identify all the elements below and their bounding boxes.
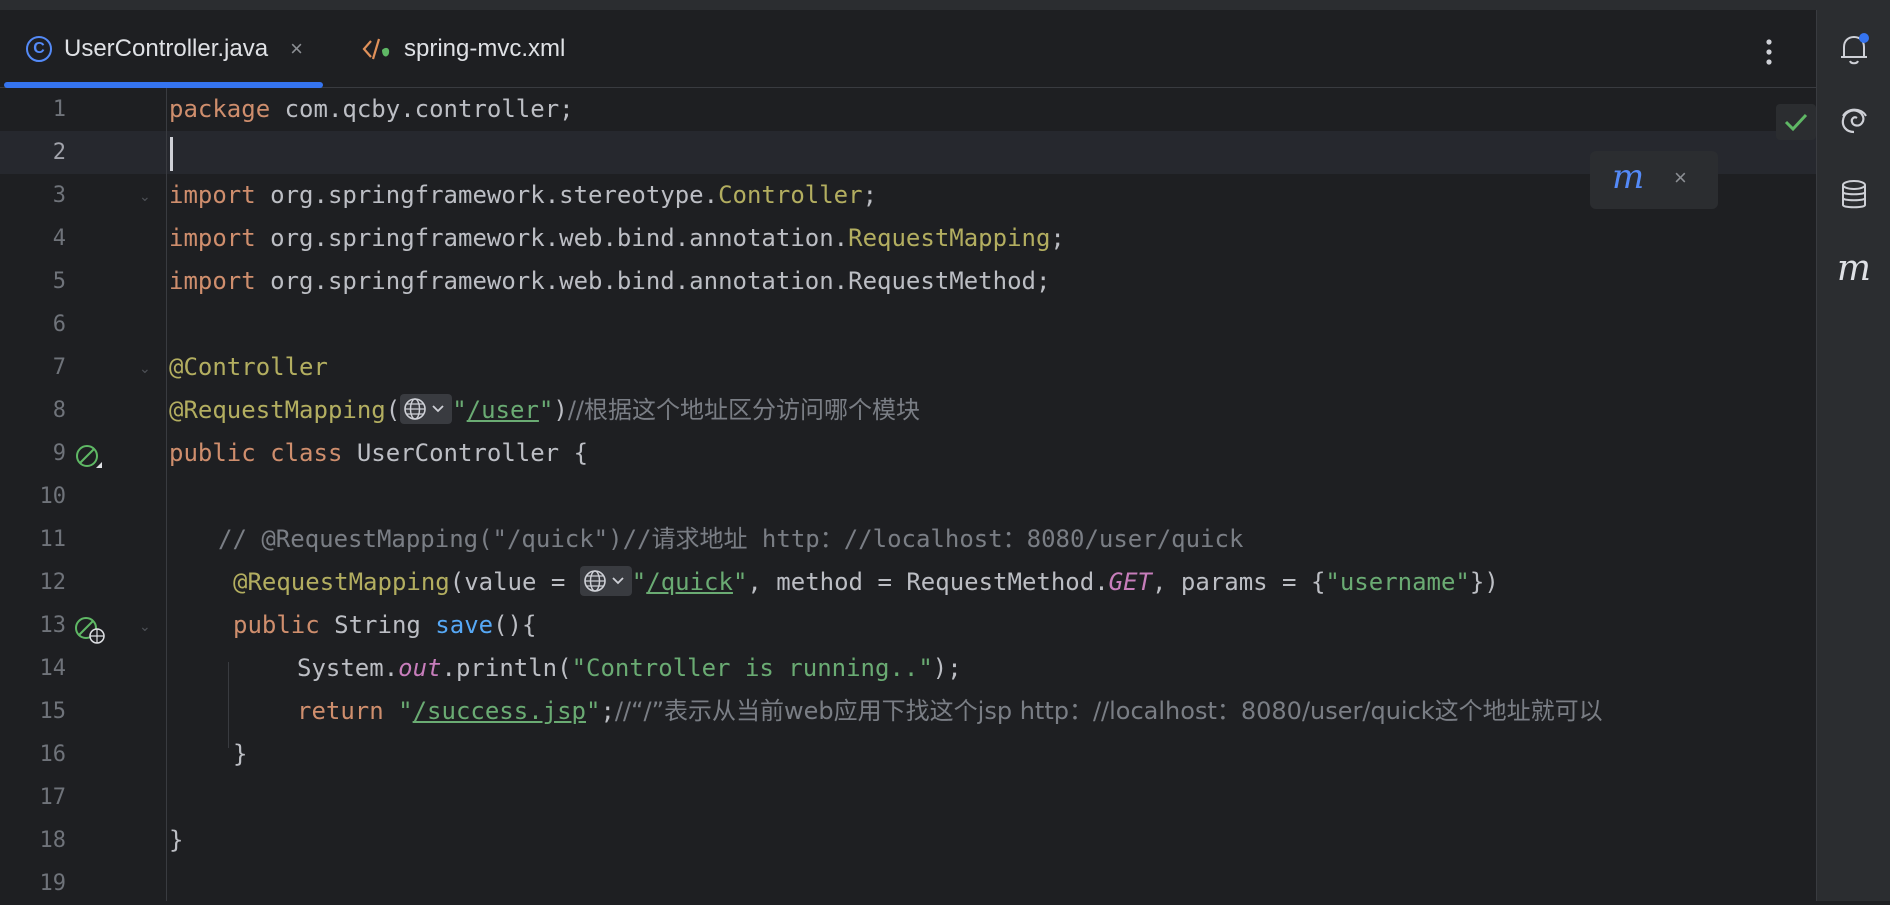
window-top-strip [0,0,1890,10]
code-line-12: @RequestMapping(value = "/quick", method… [233,566,1499,596]
line-number: 2 [52,140,66,165]
code-line-18: } [169,826,184,854]
code-line-1: package com.qcby.controller; [169,95,574,123]
code-line-11: // @RequestMapping("/quick")//请求地址 http：… [218,525,1244,553]
user-url-link[interactable]: /user [467,396,539,424]
line-number: 13 [39,613,67,638]
line-number: 10 [39,484,67,509]
line-number: 17 [39,785,67,810]
ai-assistant-icon[interactable] [1835,102,1873,140]
tab-label: UserController.java [64,35,269,62]
fold-marker-icon[interactable]: ⌄ [139,188,151,205]
line-number: 15 [39,699,67,724]
gutter: 1 2 3 4 5 6 7 8 9 10 11 12 13 14 15 16 1… [0,88,166,901]
gutter-divider [166,88,167,901]
line-number: 12 [39,570,67,595]
line-number: 5 [52,269,66,294]
text-cursor [170,137,173,171]
line-number: 9 [52,441,66,466]
tab-spring-mvc-xml[interactable]: spring-mvc.xml [362,10,565,88]
line-number: 18 [39,828,67,853]
code-line-13: public String save(){ [233,611,537,639]
web-endpoint-icon[interactable] [579,566,632,596]
close-tab-icon[interactable]: × [290,36,303,62]
tab-label: spring-mvc.xml [404,35,566,62]
inspection-status[interactable] [1776,104,1816,140]
close-popup-icon[interactable]: × [1674,165,1687,191]
line-number: 6 [52,312,66,337]
maven-icon[interactable]: m [1835,250,1873,288]
code-line-4: import org.springframework.web.bind.anno… [169,224,1065,252]
code-line-7: @Controller [169,353,328,381]
notifications-icon[interactable] [1835,30,1873,68]
fold-marker-icon[interactable]: ⌄ [139,360,151,377]
tab-usercontroller[interactable]: C UserController.java × [4,10,323,88]
line-number: 4 [52,226,66,251]
code-line-16: } [233,740,248,768]
line-number: 14 [39,656,67,681]
line-number: 8 [52,398,66,423]
maven-reload-popup: m × [1590,151,1718,209]
code-line-3: import org.springframework.stereotype.Co… [169,181,878,209]
web-endpoint-icon[interactable] [400,394,453,424]
endpoint-gutter-icon[interactable] [74,615,106,650]
quick-url-link[interactable]: /quick [646,568,733,596]
code-line-15: return "/success.jsp";//“/”表示从当前web应用下找这… [297,697,1603,725]
line-number: 7 [52,355,66,380]
code-area[interactable]: package com.qcby.controller; import org.… [169,88,1816,901]
database-icon[interactable] [1835,176,1873,214]
right-tool-window-bar: m [1816,10,1890,901]
bean-gutter-icon[interactable] [74,443,104,478]
editor: C UserController.java × spring-mvc.xml 1… [0,10,1816,901]
code-line-9: public class UserController { [169,439,589,467]
code-line-14: System.out.println("Controller is runnin… [297,654,962,682]
line-number: 19 [39,871,67,896]
success-jsp-link[interactable]: /success.jsp [413,697,586,725]
line-number: 3 [52,183,66,208]
code-line-5: import org.springframework.web.bind.anno… [169,267,1051,295]
code-line-8: @RequestMapping("/user")//根据这个地址区分访问哪个模块 [169,394,920,424]
fold-marker-icon[interactable]: ⌄ [139,618,151,635]
tab-bar: C UserController.java × spring-mvc.xml [0,10,1816,88]
maven-reload-icon[interactable]: m [1612,157,1644,197]
line-number: 1 [52,97,66,122]
indent-guide [228,662,229,748]
line-number: 16 [39,742,67,767]
more-options-icon[interactable] [1764,38,1774,66]
xml-file-icon [362,36,392,62]
line-number: 11 [39,527,67,552]
java-class-icon: C [26,36,52,62]
